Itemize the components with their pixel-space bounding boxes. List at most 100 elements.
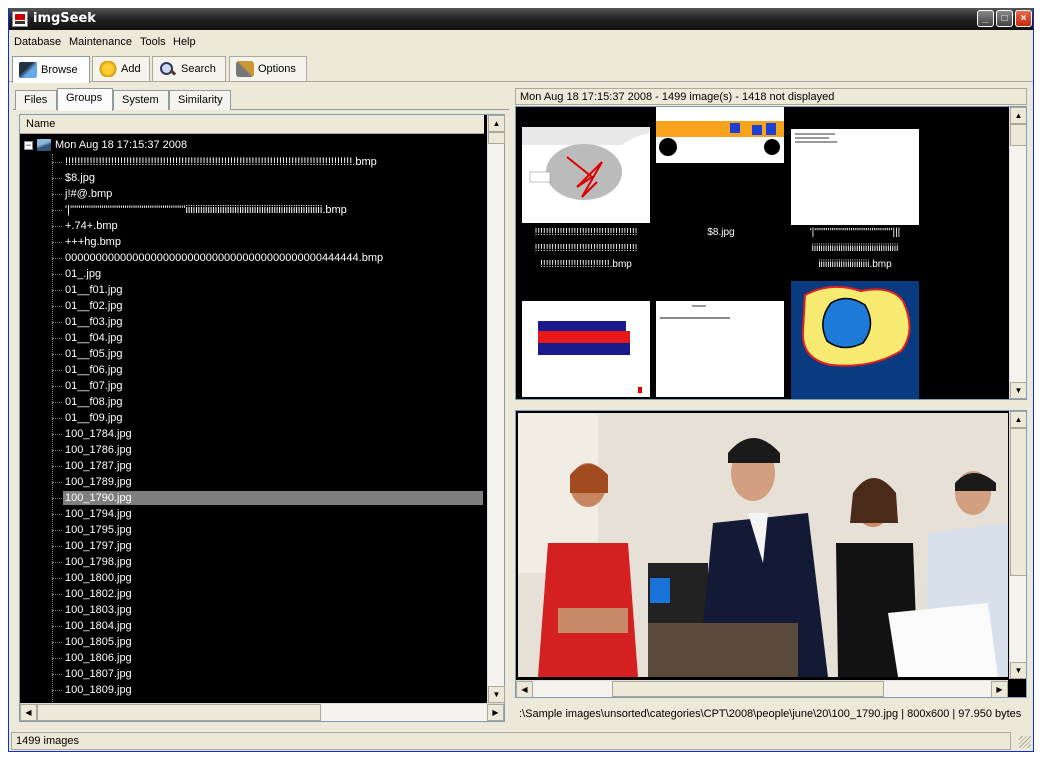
thumbnail-1[interactable] xyxy=(522,127,650,223)
tree-item[interactable]: !!!!!!!!!!!!!!!!!!!!!!!!!!!!!!!!!!!!!!!!… xyxy=(52,154,484,170)
scroll-left-icon[interactable]: ◀ xyxy=(516,681,533,697)
scroll-right-icon[interactable]: ▶ xyxy=(991,681,1008,697)
tree-item-label: !!!!!!!!!!!!!!!!!!!!!!!!!!!!!!!!!!!!!!!!… xyxy=(65,156,377,168)
add-tab[interactable]: Add xyxy=(92,56,150,81)
tree-item[interactable]: 100_1800.jpg xyxy=(52,570,484,586)
scroll-thumb[interactable] xyxy=(488,132,505,144)
thumbnail-2[interactable] xyxy=(656,107,784,163)
tree-item[interactable]: 0000000000000000000000000000000000000000… xyxy=(52,250,484,266)
tree-item[interactable]: 100_1790.jpg xyxy=(52,490,484,506)
tree-vertical-scrollbar[interactable]: ▲ ▼ xyxy=(487,115,505,703)
scroll-down-icon[interactable]: ▼ xyxy=(488,686,505,703)
tree-item[interactable]: 100_1805.jpg xyxy=(52,634,484,650)
image-preview[interactable]: ▲ ▼ ◀ ▶ xyxy=(515,410,1027,698)
tree-item-label: 01__f01.jpg xyxy=(65,284,123,296)
menu-help[interactable]: Help xyxy=(173,36,196,48)
browse-tab[interactable]: Browse xyxy=(12,56,90,83)
status-image-count: 1499 images xyxy=(11,732,1011,750)
tree-item-label: +.74+.bmp xyxy=(65,220,118,232)
thumbnail-1-caption: !!!!!!!!!!!!!!!!!!!!!!!!!!!!!!!!!!!!! !!… xyxy=(534,227,638,270)
maximize-button[interactable]: □ xyxy=(996,10,1013,27)
thumbnail-2-image xyxy=(656,107,784,163)
tree-item[interactable]: 01__f02.jpg xyxy=(52,298,484,314)
tree-item[interactable]: 01_.jpg xyxy=(52,266,484,282)
minimize-button[interactable]: _ xyxy=(977,10,994,27)
column-header-name[interactable]: Name xyxy=(20,115,484,134)
menu-database[interactable]: Database xyxy=(14,36,61,48)
tree-connector xyxy=(52,417,62,419)
tab-similarity[interactable]: Similarity xyxy=(169,90,231,110)
tree-item[interactable]: 01__f07.jpg xyxy=(52,378,484,394)
tree-item[interactable]: 100_1803.jpg xyxy=(52,602,484,618)
tree-item[interactable]: '|''''''''''''''''''''''''''''''''''''''… xyxy=(52,202,484,218)
scroll-up-icon[interactable]: ▲ xyxy=(488,115,505,132)
tree-item[interactable]: 100_1797.jpg xyxy=(52,538,484,554)
tree-item[interactable]: 100_1804.jpg xyxy=(52,618,484,634)
thumbnail-header: Mon Aug 18 17:15:37 2008 - 1499 image(s)… xyxy=(515,88,1027,105)
resize-grip-icon[interactable] xyxy=(1019,736,1031,748)
tree-item[interactable]: 01__f04.jpg xyxy=(52,330,484,346)
thumbnail-6[interactable] xyxy=(791,281,919,399)
menu-maintenance[interactable]: Maintenance xyxy=(69,36,132,48)
thumbnail-4[interactable] xyxy=(522,301,650,397)
scroll-thumb-horizontal[interactable] xyxy=(612,681,884,697)
scroll-left-icon[interactable]: ◀ xyxy=(20,704,37,721)
tree-item[interactable]: 100_1798.jpg xyxy=(52,554,484,570)
tree-item[interactable]: 100_1794.jpg xyxy=(52,506,484,522)
main-toolbar: Browse Add Search Options xyxy=(9,54,1033,83)
tab-files[interactable]: Files xyxy=(15,90,57,110)
title-bar[interactable]: imgSeek _ □ × xyxy=(9,8,1033,30)
scroll-down-icon[interactable]: ▼ xyxy=(1010,382,1026,399)
tree-item[interactable]: +++hg.bmp xyxy=(52,234,484,250)
tree-item[interactable]: 01__f08.jpg xyxy=(52,394,484,410)
scroll-up-icon[interactable]: ▲ xyxy=(1010,107,1026,124)
tree-item[interactable]: 100_1809.jpg xyxy=(52,682,484,698)
thumbnail-5[interactable] xyxy=(656,301,784,397)
tree-item[interactable]: 100_1807.jpg xyxy=(52,666,484,682)
tree-item[interactable]: 01__f01.jpg xyxy=(52,282,484,298)
tree-item[interactable]: +.74+.bmp xyxy=(52,218,484,234)
scroll-up-icon[interactable]: ▲ xyxy=(1010,411,1026,428)
tree-item[interactable]: 100_1795.jpg xyxy=(52,522,484,538)
group-tree[interactable]: Name − Mon Aug 18 17:15:37 2008 !!!!!!!!… xyxy=(19,114,505,722)
tree-body[interactable]: − Mon Aug 18 17:15:37 2008 !!!!!!!!!!!!!… xyxy=(20,134,484,703)
thumbnail-grid[interactable]: !!!!!!!!!!!!!!!!!!!!!!!!!!!!!!!!!!!!! !!… xyxy=(515,106,1027,400)
tree-item-label: 01_.jpg xyxy=(65,268,102,280)
preview-vertical-scrollbar[interactable]: ▲ ▼ xyxy=(1009,411,1026,679)
scroll-thumb-horizontal[interactable] xyxy=(37,704,321,721)
close-button[interactable]: × xyxy=(1015,10,1032,27)
tree-item-label: 01__f08.jpg xyxy=(65,396,123,408)
options-tab[interactable]: Options xyxy=(229,56,307,81)
tree-connector xyxy=(52,497,62,499)
tree-item[interactable]: 01__f05.jpg xyxy=(52,346,484,362)
tree-item[interactable]: 01__f03.jpg xyxy=(52,314,484,330)
tab-system[interactable]: System xyxy=(113,90,169,110)
scroll-right-icon[interactable]: ▶ xyxy=(487,704,504,721)
tree-horizontal-scrollbar[interactable]: ◀ ▶ xyxy=(20,703,504,721)
tree-item[interactable]: $8.jpg xyxy=(52,170,484,186)
tree-item[interactable]: 01__f06.jpg xyxy=(52,362,484,378)
scroll-down-icon[interactable]: ▼ xyxy=(1010,662,1026,679)
collapse-icon[interactable]: − xyxy=(24,140,33,150)
tree-item[interactable]: 100_1787.jpg xyxy=(52,458,484,474)
tree-item[interactable]: 100_1806.jpg xyxy=(52,650,484,666)
tree-item-label: 100_1802.jpg xyxy=(65,588,132,600)
tree-root-node[interactable]: − Mon Aug 18 17:15:37 2008 xyxy=(24,137,187,153)
tree-item[interactable]: 100_1786.jpg xyxy=(52,442,484,458)
preview-horizontal-scrollbar[interactable]: ◀ ▶ xyxy=(516,680,1008,697)
tree-item[interactable]: 01__f09.jpg xyxy=(52,410,484,426)
tree-connector xyxy=(52,673,62,675)
menu-tools[interactable]: Tools xyxy=(140,36,166,48)
tree-connector xyxy=(52,401,62,403)
thumbnail-3[interactable] xyxy=(791,129,919,225)
tree-item[interactable]: j!#@.bmp xyxy=(52,186,484,202)
tree-connector xyxy=(52,241,62,243)
tab-groups[interactable]: Groups xyxy=(57,88,113,111)
scroll-thumb[interactable] xyxy=(1010,124,1026,146)
thumbnail-vertical-scrollbar[interactable]: ▲ ▼ xyxy=(1009,107,1026,399)
scroll-thumb[interactable] xyxy=(1010,428,1026,576)
tree-item[interactable]: 100_1802.jpg xyxy=(52,586,484,602)
tree-item[interactable]: 100_1784.jpg xyxy=(52,426,484,442)
tree-item[interactable]: 100_1789.jpg xyxy=(52,474,484,490)
search-tab[interactable]: Search xyxy=(152,56,226,81)
